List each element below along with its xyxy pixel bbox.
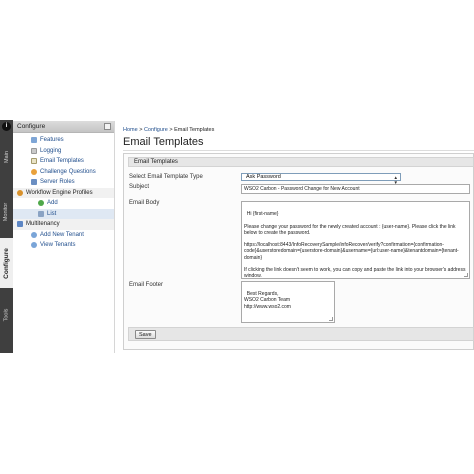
tab-tools[interactable]: Tools (0, 292, 13, 337)
title-divider (123, 150, 474, 151)
logging-icon (31, 147, 37, 154)
sidebar-menu: Configure Features Logging Email Templat… (13, 121, 115, 353)
breadcrumb: Home > Configure > Email Templates (123, 127, 215, 133)
button-bar (128, 327, 474, 341)
form-section-title: Email Templates (134, 159, 178, 165)
template-type-select[interactable]: Ask Password ▲ ▼ (241, 173, 401, 185)
email-footer-text: Best Regards, WSO2 Carbon Team http://ww… (244, 291, 291, 310)
sidebar-item-logging[interactable]: Logging (13, 146, 114, 157)
list-icon (38, 210, 44, 217)
tenant-icon (17, 221, 23, 228)
email-icon (31, 158, 37, 165)
subject-input[interactable] (241, 184, 470, 194)
breadcrumb-home[interactable]: Home (123, 127, 138, 133)
tab-configure[interactable]: Configure (0, 238, 13, 288)
sidebar-item-challenge-questions[interactable]: Challenge Questions (13, 167, 114, 178)
sidebar-item-features[interactable]: Features (13, 135, 114, 146)
add-icon (38, 200, 44, 207)
question-icon (31, 168, 37, 175)
template-type-label: Select Email Template Type (129, 174, 203, 180)
sidebar-item-workflow-engine-profiles[interactable]: Workflow Engine Profiles (13, 187, 114, 198)
email-body-textarea[interactable]: Hi {first-name} Please change your passw… (241, 201, 470, 279)
sidebar-item-server-roles[interactable]: Server Roles (13, 177, 114, 188)
menu-header: Configure (13, 121, 114, 133)
vertical-tab-strip: i Main Monitor Configure Tools (0, 120, 13, 353)
features-icon (31, 137, 37, 144)
server-icon (31, 179, 37, 186)
resize-handle-icon[interactable] (464, 273, 468, 277)
sidebar-item-multitenancy[interactable]: Multitenancy (13, 219, 114, 230)
sidebar-item-email-templates[interactable]: Email Templates (13, 156, 114, 167)
form-section-header: Email Templates (128, 157, 474, 167)
tab-monitor[interactable]: Monitor (0, 184, 13, 240)
subject-label: Subject (129, 184, 150, 190)
sidebar-item-view-tenants[interactable]: View Tenants (13, 240, 114, 251)
breadcrumb-current: Email Templates (174, 127, 215, 133)
workflow-icon (17, 189, 23, 196)
add-user-icon (31, 231, 37, 238)
menu-header-label: Configure (17, 123, 46, 130)
sidebar-item-add-new-tenant[interactable]: Add New Tenant (13, 230, 114, 241)
users-icon (31, 242, 37, 249)
template-type-value: Ask Password (246, 174, 281, 180)
tab-main[interactable]: Main (0, 132, 13, 182)
info-icon[interactable]: i (2, 122, 11, 131)
breadcrumb-configure[interactable]: Configure (144, 127, 168, 133)
collapse-icon[interactable] (104, 123, 111, 130)
email-body-text: Hi {first-name} Please change your passw… (244, 211, 466, 279)
save-button[interactable]: Save (135, 330, 156, 339)
sidebar-item-list[interactable]: List (13, 208, 114, 219)
email-body-label: Email Body (129, 200, 160, 206)
email-footer-textarea[interactable]: Best Regards, WSO2 Carbon Team http://ww… (241, 281, 335, 323)
resize-handle-icon[interactable] (329, 317, 333, 321)
sidebar-item-add[interactable]: Add (13, 198, 114, 209)
page-title: Email Templates (123, 136, 204, 148)
email-footer-label: Email Footer (129, 282, 164, 288)
